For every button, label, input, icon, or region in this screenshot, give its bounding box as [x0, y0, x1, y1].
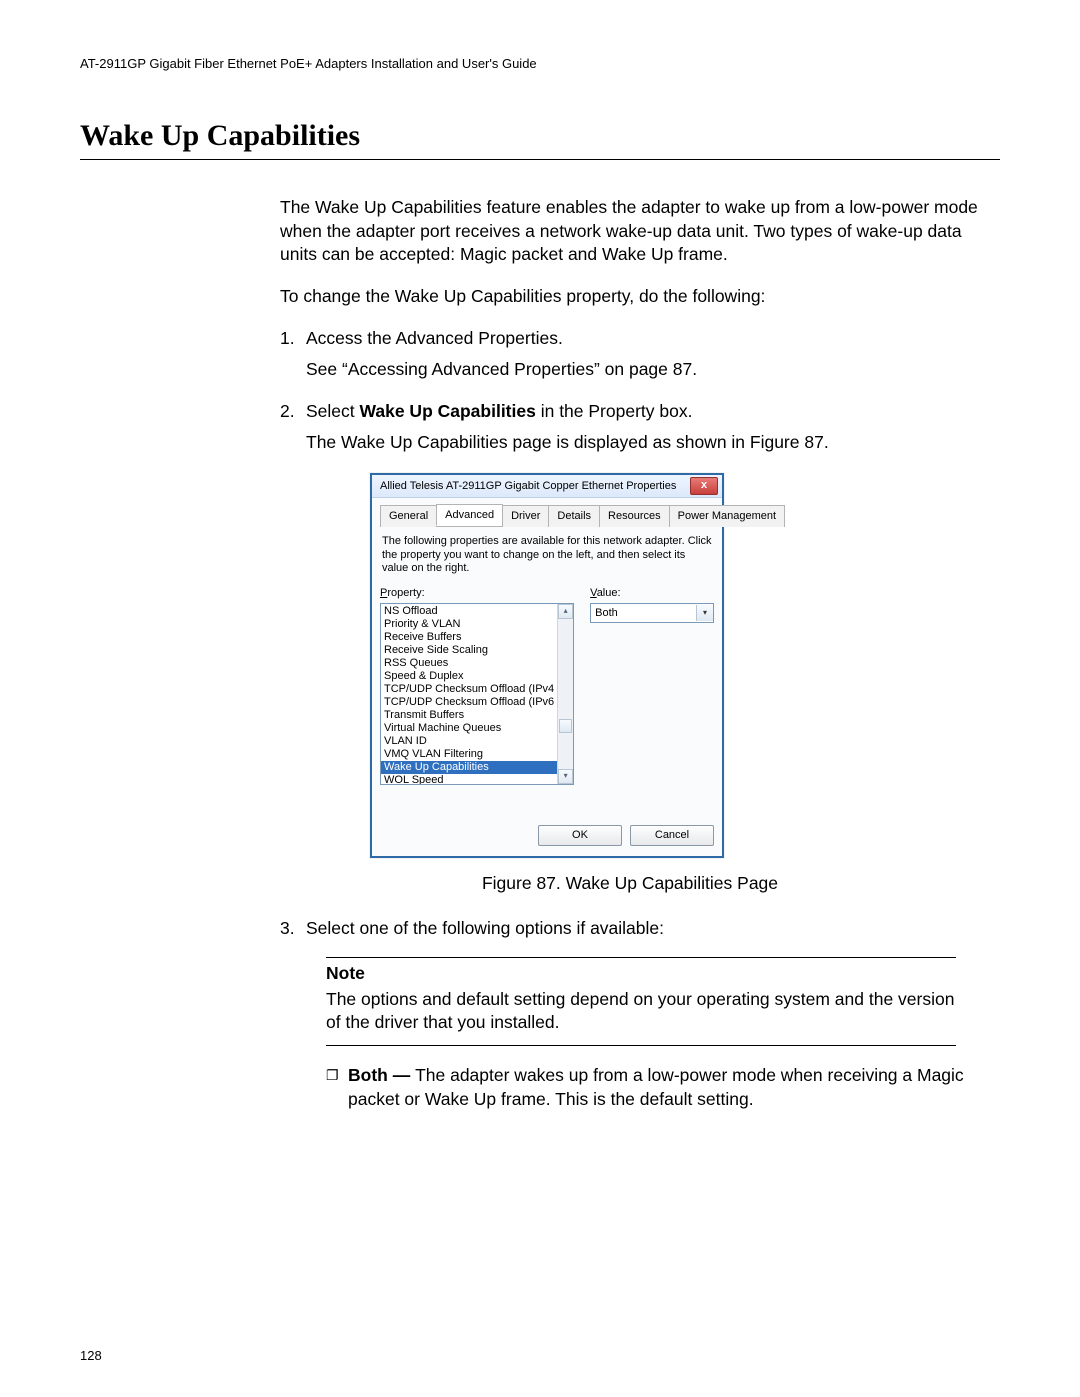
step-2-bold: Wake Up Capabilities	[360, 401, 536, 421]
property-column: Property: NS Offload Priority & VLAN Rec…	[380, 586, 574, 785]
bullet-text: Both — The adapter wakes up from a low-p…	[348, 1064, 980, 1111]
property-list-items: NS Offload Priority & VLAN Receive Buffe…	[381, 604, 557, 784]
list-item[interactable]: TCP/UDP Checksum Offload (IPv6	[381, 696, 557, 709]
listbox-scrollbar[interactable]: ▴ ▾	[557, 604, 573, 784]
dialog-title: Allied Telesis AT-2911GP Gigabit Copper …	[380, 479, 690, 494]
list-item[interactable]: Speed & Duplex	[381, 670, 557, 683]
step-3: 3. Select one of the following options i…	[280, 917, 980, 941]
note-top-rule	[326, 957, 956, 958]
property-value-row: Property: NS Offload Priority & VLAN Rec…	[380, 586, 714, 785]
step-2-number: 2.	[280, 400, 306, 424]
dialog-figure-wrap: Allied Telesis AT-2911GP Gigabit Copper …	[370, 473, 724, 858]
tab-general[interactable]: General	[380, 505, 437, 527]
list-item-selected[interactable]: Wake Up Capabilities	[381, 761, 557, 774]
list-item[interactable]: RSS Queues	[381, 657, 557, 670]
step-2: 2. Select Wake Up Capabilities in the Pr…	[280, 400, 980, 424]
scroll-up-button[interactable]: ▴	[558, 604, 573, 619]
scroll-thumb[interactable]	[559, 719, 572, 733]
step-1-text: Access the Advanced Properties.	[306, 327, 980, 351]
page: AT-2911GP Gigabit Fiber Ethernet PoE+ Ad…	[0, 0, 1080, 1397]
property-label-rest: roperty:	[387, 587, 424, 599]
list-item[interactable]: VLAN ID	[381, 735, 557, 748]
list-item[interactable]: Receive Buffers	[381, 631, 557, 644]
list-item[interactable]: Priority & VLAN	[381, 618, 557, 631]
value-select-text: Both	[595, 606, 696, 621]
value-select[interactable]: Both ▾	[590, 603, 714, 623]
step-2-post: in the Property box.	[536, 401, 693, 421]
tab-power-management[interactable]: Power Management	[669, 505, 785, 527]
body-column: The Wake Up Capabilities feature enables…	[280, 196, 980, 1111]
bullet-both: ❐ Both — The adapter wakes up from a low…	[326, 1064, 980, 1111]
ok-button[interactable]: OK	[538, 825, 622, 846]
scroll-track[interactable]	[558, 619, 573, 769]
step-3-text: Select one of the following options if a…	[306, 917, 980, 941]
doc-header: AT-2911GP Gigabit Fiber Ethernet PoE+ Ad…	[80, 56, 1000, 71]
value-select-button[interactable]: ▾	[696, 605, 713, 621]
value-label: Value:	[590, 586, 714, 601]
value-label-rest: alue:	[597, 587, 621, 599]
close-button[interactable]: x	[690, 477, 718, 495]
dialog-description: The following properties are available f…	[382, 535, 712, 576]
list-item[interactable]: Transmit Buffers	[381, 709, 557, 722]
list-item[interactable]: TCP/UDP Checksum Offload (IPv4	[381, 683, 557, 696]
list-item[interactable]: WOL Speed	[381, 774, 557, 785]
tab-driver[interactable]: Driver	[502, 505, 549, 527]
dialog-button-row: OK Cancel	[380, 825, 714, 846]
scroll-down-button[interactable]: ▾	[558, 769, 573, 784]
title-rule	[80, 159, 1000, 160]
dialog-titlebar[interactable]: Allied Telesis AT-2911GP Gigabit Copper …	[372, 475, 722, 498]
step-1-number: 1.	[280, 327, 306, 351]
bullet-marker-icon: ❐	[326, 1064, 348, 1111]
step-2-sub: The Wake Up Capabilities page is display…	[306, 431, 980, 455]
intro-paragraph-1: The Wake Up Capabilities feature enables…	[280, 196, 980, 267]
page-number: 128	[80, 1348, 102, 1363]
intro-paragraph-2: To change the Wake Up Capabilities prope…	[280, 285, 980, 309]
dialog-body: General Advanced Driver Details Resource…	[372, 498, 722, 856]
figure-caption: Figure 87. Wake Up Capabilities Page	[280, 872, 980, 896]
bullet-rest: The adapter wakes up from a low-power mo…	[348, 1065, 964, 1109]
properties-dialog: Allied Telesis AT-2911GP Gigabit Copper …	[370, 473, 724, 858]
cancel-button[interactable]: Cancel	[630, 825, 714, 846]
step-1-sub: See “Accessing Advanced Properties” on p…	[306, 358, 980, 382]
section-title: Wake Up Capabilities	[80, 119, 1000, 153]
note-block: Note The options and default setting dep…	[326, 957, 956, 1046]
dialog-tabs: General Advanced Driver Details Resource…	[380, 504, 714, 527]
list-item[interactable]: Receive Side Scaling	[381, 644, 557, 657]
step-2-text: Select Wake Up Capabilities in the Prope…	[306, 400, 980, 424]
list-item[interactable]: NS Offload	[381, 605, 557, 618]
step-2-pre: Select	[306, 401, 360, 421]
tab-details[interactable]: Details	[548, 505, 600, 527]
tab-resources[interactable]: Resources	[599, 505, 670, 527]
step-3-number: 3.	[280, 917, 306, 941]
tab-advanced[interactable]: Advanced	[436, 504, 503, 526]
step-1: 1. Access the Advanced Properties.	[280, 327, 980, 351]
note-text: The options and default setting depend o…	[326, 988, 956, 1035]
property-listbox[interactable]: NS Offload Priority & VLAN Receive Buffe…	[380, 603, 574, 785]
note-bottom-rule	[326, 1045, 956, 1046]
value-column: Value: Both ▾	[590, 586, 714, 785]
list-item[interactable]: Virtual Machine Queues	[381, 722, 557, 735]
list-item[interactable]: VMQ VLAN Filtering	[381, 748, 557, 761]
bullet-bold: Both —	[348, 1065, 415, 1085]
property-label: Property:	[380, 586, 574, 601]
note-label: Note	[326, 962, 956, 986]
